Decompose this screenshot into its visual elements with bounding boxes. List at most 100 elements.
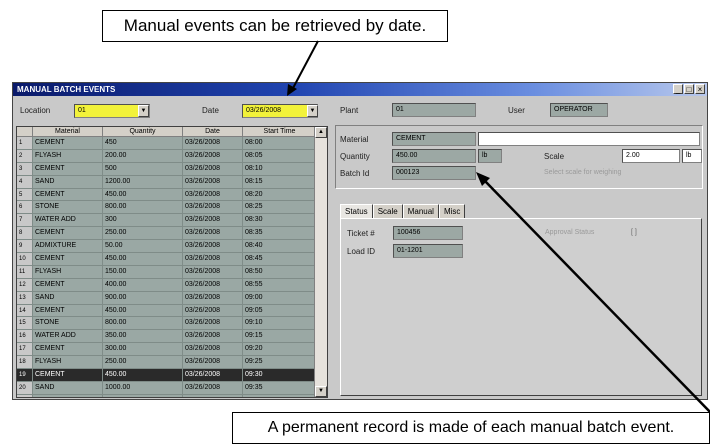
- table-row[interactable]: 15 STONE 800.00 03/26/2008 09:10: [17, 317, 317, 331]
- plant-field[interactable]: 01: [392, 103, 476, 117]
- table-cell: 300.00: [103, 343, 183, 356]
- manual-batch-events-window: MANUAL BATCH EVENTS _ □ × Location 01 ▼ …: [12, 82, 708, 400]
- date-dropdown-button[interactable]: ▼: [307, 105, 318, 117]
- table-cell: CEMENT: [33, 162, 103, 175]
- scale-field[interactable]: 2.00: [622, 149, 680, 163]
- table-row[interactable]: 12 CEMENT 400.00 03/26/2008 08:55: [17, 278, 317, 292]
- table-cell: CEMENT: [33, 278, 103, 291]
- table-cell: 09:25: [243, 356, 317, 369]
- table-row[interactable]: 10 CEMENT 450.00 03/26/2008 08:45: [17, 253, 317, 266]
- table-cell: 08:25: [243, 201, 317, 214]
- table-row[interactable]: 20 SAND 1000.00 03/26/2008 09:35: [17, 381, 317, 395]
- table-row[interactable]: 7 WATER ADD 300 03/26/2008 08:30: [17, 214, 317, 228]
- title-bar: MANUAL BATCH EVENTS _ □ ×: [13, 83, 707, 96]
- tab-manual[interactable]: Manual: [402, 204, 439, 218]
- table-cell: WATER ADD: [33, 330, 103, 343]
- window-controls: _ □ ×: [673, 84, 705, 94]
- maximize-button[interactable]: □: [684, 84, 694, 94]
- table-cell: SAND: [33, 175, 103, 188]
- column-header[interactable]: Material: [33, 127, 103, 137]
- close-button[interactable]: ×: [695, 84, 705, 94]
- column-header[interactable]: [17, 127, 33, 137]
- scroll-up-button[interactable]: ▲: [315, 127, 327, 138]
- scroll-down-button[interactable]: ▼: [315, 386, 327, 397]
- table-cell: 08:10: [243, 162, 317, 175]
- user-label: User: [508, 106, 525, 115]
- date-label: Date: [202, 106, 219, 115]
- tab-body: Ticket # 100456 Load ID 01-1201 Approval…: [340, 218, 702, 396]
- table-cell: 08:20: [243, 188, 317, 201]
- table-cell: 450.00: [103, 394, 183, 397]
- table-row[interactable]: 8 CEMENT 250.00 03/26/2008 08:35: [17, 227, 317, 241]
- table-cell: 250.00: [103, 356, 183, 369]
- table-cell: 1200.00: [103, 175, 183, 188]
- column-header[interactable]: Quantity: [103, 127, 183, 137]
- table-row[interactable]: 19 CEMENT 450.00 03/26/2008 09:30: [17, 369, 317, 382]
- user-field[interactable]: OPERATOR: [550, 103, 608, 117]
- load-id-field[interactable]: 01-1201: [393, 244, 463, 258]
- material-field[interactable]: CEMENT: [392, 132, 476, 146]
- table-cell: 09:35: [243, 381, 317, 394]
- table-cell: 150.00: [103, 265, 183, 278]
- table-cell: 03/26/2008: [183, 394, 243, 397]
- row-number-cell: 20: [17, 381, 33, 394]
- row-number-cell: 6: [17, 201, 33, 214]
- table-cell: 450.00: [103, 253, 183, 265]
- scale-unit-field[interactable]: lb: [682, 149, 702, 163]
- table-row[interactable]: 14 CEMENT 450.00 03/26/2008 09:05: [17, 304, 317, 318]
- approval-status-value[interactable]: [ ]: [631, 229, 637, 236]
- table-cell: 03/26/2008: [183, 188, 243, 201]
- table-cell: 03/26/2008: [183, 343, 243, 356]
- table-cell: CEMENT: [33, 137, 103, 149]
- table-row[interactable]: 13 SAND 900.00 03/26/2008 09:00: [17, 291, 317, 305]
- grid-rows: 1 CEMENT 450 03/26/2008 08:00 2 FLYASH 200.00 03…: [17, 137, 317, 397]
- table-cell: 09:20: [243, 343, 317, 356]
- table-cell: 03/26/2008: [183, 227, 243, 240]
- ticket-field[interactable]: 100456: [393, 226, 463, 240]
- table-row[interactable]: 6 STONE 800.00 03/26/2008 08:25: [17, 201, 317, 215]
- table-cell: 200.00: [103, 149, 183, 162]
- minimize-button[interactable]: _: [673, 84, 683, 94]
- table-row[interactable]: 1 CEMENT 450 03/26/2008 08:00: [17, 137, 317, 150]
- location-dropdown-button[interactable]: ▼: [138, 105, 149, 117]
- quantity-field[interactable]: 450.00: [392, 149, 476, 163]
- table-cell: CEMENT: [33, 304, 103, 317]
- load-id-label: Load ID: [347, 247, 376, 256]
- table-row[interactable]: 4 SAND 1200.00 03/26/2008 08:15: [17, 175, 317, 189]
- table-row[interactable]: 18 FLYASH 250.00 03/26/2008 09:25: [17, 356, 317, 370]
- scale-label: Scale: [544, 152, 565, 161]
- table-cell: 250.00: [103, 227, 183, 240]
- scale-hint-text: Select scale for weighing: [544, 169, 622, 176]
- table-row[interactable]: 17 CEMENT 300.00 03/26/2008 09:20: [17, 343, 317, 357]
- table-cell: 09:15: [243, 330, 317, 343]
- table-row[interactable]: 21CEMENT450.0003/26/200809:40: [17, 394, 317, 397]
- row-number-cell: 7: [17, 214, 33, 227]
- table-row[interactable]: 5 CEMENT 450.00 03/26/2008 08:20: [17, 188, 317, 202]
- table-cell: 03/26/2008: [183, 240, 243, 253]
- tab-scale[interactable]: Scale: [372, 204, 403, 218]
- table-cell: FLYASH: [33, 149, 103, 162]
- table-row[interactable]: 3 CEMENT 500 03/26/2008 08:10: [17, 162, 317, 176]
- material-description-field[interactable]: [478, 132, 700, 146]
- quantity-unit-field[interactable]: lb: [478, 149, 502, 163]
- table-cell: 08:50: [243, 265, 317, 278]
- table-cell: 450.00: [103, 304, 183, 317]
- row-number-cell: 11: [17, 265, 33, 278]
- table-row[interactable]: 11 FLYASH 150.00 03/26/2008 08:50: [17, 265, 317, 279]
- row-number-cell: 21: [17, 394, 33, 397]
- table-row[interactable]: 2 FLYASH 200.00 03/26/2008 08:05: [17, 149, 317, 163]
- table-cell: 08:35: [243, 227, 317, 240]
- table-cell: CEMENT: [33, 227, 103, 240]
- row-number-cell: 8: [17, 227, 33, 240]
- table-row[interactable]: 9 ADMIXTURE 50.00 03/26/2008 08:40: [17, 240, 317, 254]
- column-header[interactable]: Start Time: [243, 127, 317, 137]
- tab-status[interactable]: Status: [340, 204, 373, 218]
- tab-misc[interactable]: Misc: [438, 204, 466, 218]
- grid-vertical-scrollbar[interactable]: ▲ ▼: [314, 127, 327, 397]
- row-number-cell: 13: [17, 291, 33, 304]
- table-row[interactable]: 16 WATER ADD 350.00 03/26/2008 09:15: [17, 330, 317, 344]
- batch-id-field[interactable]: 000123: [392, 166, 476, 180]
- table-cell: SAND: [33, 291, 103, 304]
- column-header[interactable]: Date: [183, 127, 243, 137]
- table-cell: 09:00: [243, 291, 317, 304]
